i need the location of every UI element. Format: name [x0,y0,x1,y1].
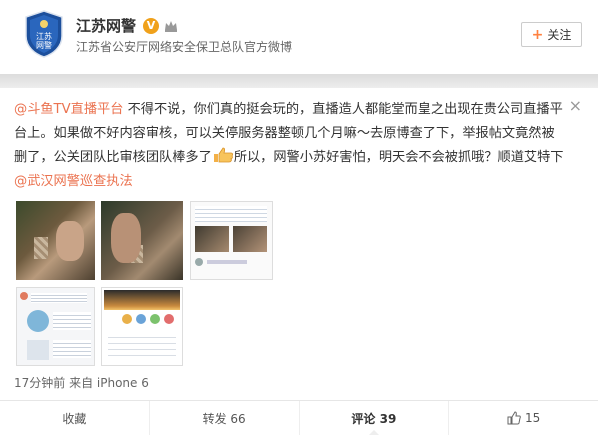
favorite-label: 收藏 [62,411,87,426]
comment-button[interactable]: 评论 39 [300,401,450,435]
screenshot-icon [122,314,132,324]
screenshot-thumb [233,226,267,252]
close-icon[interactable]: × [569,96,582,115]
favorite-button[interactable]: 收藏 [0,401,150,435]
profile-header: 江苏 网警 江苏网警 V 江苏省公安厅网络安全保卫总队官方微博 + 关注 [0,0,598,74]
screenshot-icon [164,314,174,324]
mention-link-wuhan[interactable]: @武汉网警巡查执法 [14,174,133,189]
post-card: × @斗鱼TV直播平台 不得不说，你们真的挺会玩的，直播造人都能堂而皇之出现在贵… [0,88,598,435]
screenshot-avatar [20,292,28,300]
active-caret [367,430,380,435]
name-row: 江苏网警 V [76,15,178,36]
follow-label: 关注 [547,28,572,42]
account-description: 江苏省公安厅网络安全保卫总队官方微博 [76,40,293,54]
mention-link-douyu[interactable]: @斗鱼TV直播平台 [14,102,123,117]
comment-label: 评论 39 [351,411,397,426]
like-button[interactable]: 15 [449,401,598,435]
avatar-text-top: 江苏 [36,31,52,41]
screenshot-line [207,260,247,264]
plus-icon: + [531,26,544,43]
screenshot-thumb [195,226,229,252]
repost-label: 转发 66 [202,411,246,426]
post-image-1[interactable] [16,201,95,280]
screenshot-avatar [27,310,49,332]
screenshot-text [195,206,267,222]
screenshot-avatar [195,258,203,266]
post-image-4[interactable] [16,287,95,366]
screenshot-icon [150,314,160,324]
screenshot-list [108,332,176,360]
verified-v-icon: V [143,17,160,34]
screenshot-thumb [27,340,49,360]
post-image-5[interactable] [101,287,183,366]
thumbs-up-emoji [213,147,233,163]
avatar-text-bottom: 网警 [36,40,52,50]
avatar[interactable]: 江苏 网警 [22,10,66,58]
mosaic-blur [34,237,48,259]
like-icon [507,411,521,425]
post-image-3[interactable] [190,201,273,280]
screenshot-banner [104,290,180,310]
figure-shape [111,213,141,263]
crown-icon [165,20,178,32]
follow-button[interactable]: + 关注 [521,22,582,47]
post-meta: 17分钟前 来自 iPhone 6 [14,376,149,390]
post-image-2[interactable] [101,201,183,280]
post-text-part2: 所以，网警小苏好害怕，明天会不会被抓哦？顺道艾特下 [233,150,564,165]
screenshot-line [53,312,91,330]
account-name[interactable]: 江苏网警 [76,15,136,36]
repost-button[interactable]: 转发 66 [150,401,300,435]
figure-shape [56,221,84,261]
action-bar: 收藏 转发 66 评论 39 15 [0,400,598,435]
screenshot-line [53,340,91,358]
screenshot-icon [136,314,146,324]
like-count: 15 [524,411,541,425]
post-text: @斗鱼TV直播平台 不得不说，你们真的挺会玩的，直播造人都能堂而皇之出现在贵公司… [14,98,564,194]
screenshot-line [31,293,87,303]
